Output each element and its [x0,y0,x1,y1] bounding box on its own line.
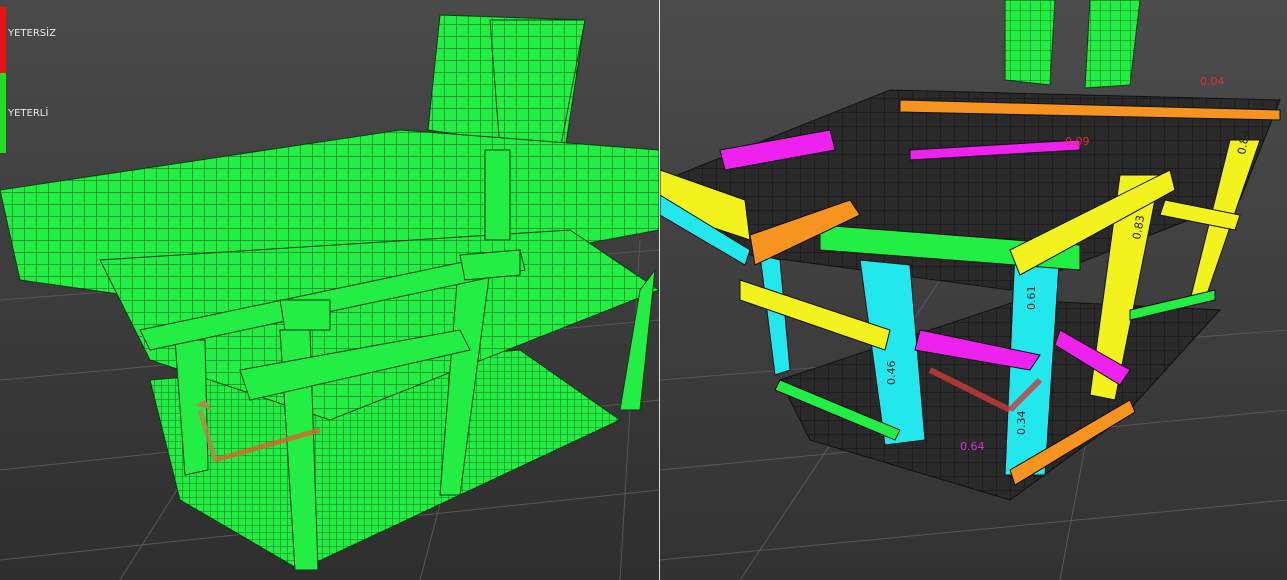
legend-swatch-sufficient [0,73,6,153]
legend-label-sufficient: YETERLİ [8,108,49,119]
viewport-left[interactable]: YETERSİZ YETERLİ [0,0,659,580]
result-legend: YETERSİZ YETERLİ [0,7,80,157]
ratio-label: 0.04 [1200,75,1225,88]
ratio-label: 0.34 [1015,411,1028,436]
legend-swatch-insufficient [0,7,6,73]
ratio-label: 0.61 [1025,286,1038,311]
ratio-label: 0.46 [885,361,898,386]
left-3d-model[interactable] [0,0,659,580]
ratio-label: 0.09 [1065,135,1090,148]
viewport-right[interactable]: 0.84 0.83 0.46 0.34 0.61 0.04 0.09 0.64 [660,0,1287,580]
shear-wall-left [1004,0,1056,86]
legend-label-insufficient: YETERSİZ [8,28,56,39]
right-3d-model[interactable]: 0.84 0.83 0.46 0.34 0.61 0.04 0.09 0.64 [660,0,1287,580]
app-window: YETERSİZ YETERLİ 0.84 0.83 0.46 0.34 0.6… [0,0,1287,580]
ratio-label: 0.64 [960,440,985,453]
